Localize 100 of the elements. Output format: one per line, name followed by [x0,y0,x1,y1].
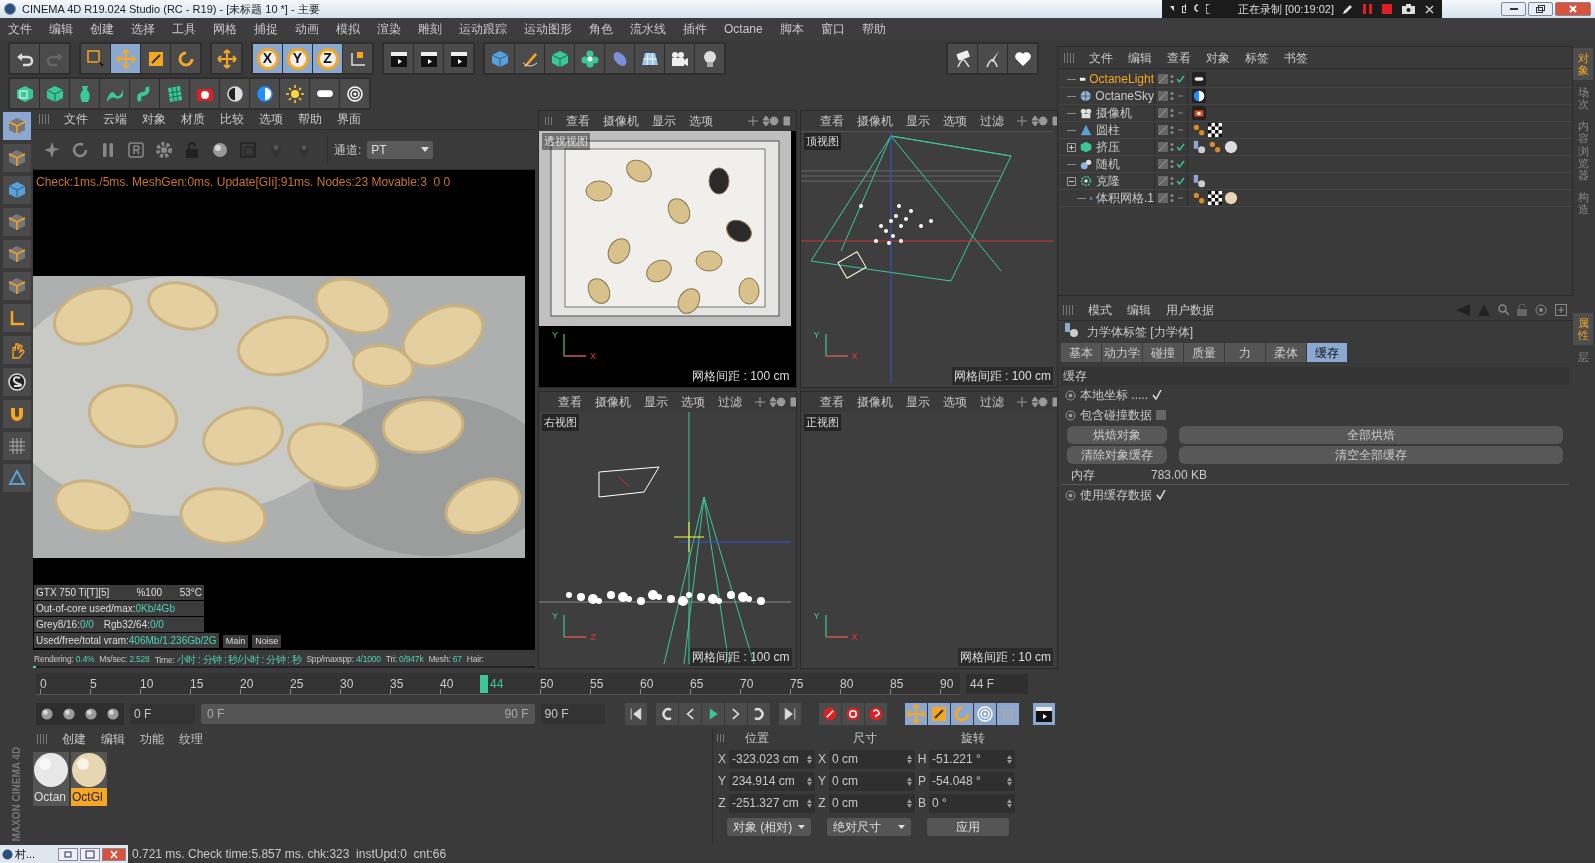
menu-item[interactable]: 网格 [213,20,237,38]
coordinate-field[interactable]: -323.023 cm [729,749,815,769]
menu-item[interactable]: 运动图形 [524,20,572,38]
menu-item[interactable]: 脚本 [779,20,804,38]
menu-item[interactable]: 过滤 [979,393,1004,411]
menu-item[interactable]: 选项 [689,112,713,130]
menu-item[interactable]: 用户数据 [1166,300,1214,319]
tab[interactable]: 力 [1225,343,1265,362]
channel-dropdown[interactable]: PT [367,140,434,159]
coordinate-field[interactable]: 0 cm [829,771,915,791]
tab[interactable]: 动力学 [1102,343,1142,362]
menu-item[interactable]: 摄像机 [856,393,893,411]
menu-item[interactable]: 比较 [220,109,244,128]
menu-item[interactable]: 查看 [1167,48,1191,67]
menu-item[interactable]: 摄像机 [603,112,639,130]
menu-item[interactable]: 摄像机 [856,112,893,130]
menu-item[interactable]: 捕捉 [254,20,278,38]
bake-button[interactable]: 全部烘焙 [1179,426,1563,444]
coordinate-field[interactable]: 0 cm [829,749,915,769]
menu-item[interactable]: 雕刻 [418,20,442,38]
menu-item[interactable]: 书签 [1284,48,1308,67]
side-tab[interactable]: 对象 [1573,48,1593,81]
menu-item[interactable]: 文件 [64,109,88,128]
tab[interactable]: 碰撞 [1143,343,1183,362]
viewer-button[interactable]: Noise [252,634,282,648]
taskbar-window[interactable]: 村... [0,845,128,863]
menu-item[interactable]: 纹理 [179,730,203,748]
menu-item[interactable]: 编辑 [101,730,125,748]
mode-dropdown[interactable]: 绝对尺寸 [827,818,911,836]
menu-item[interactable]: 选项 [942,112,967,130]
tab[interactable]: 缓存 [1307,343,1347,362]
end-frame-field[interactable]: 90 F [540,704,606,724]
menu-item[interactable]: 摄像机 [595,393,631,411]
material-label[interactable]: Octan [33,788,69,806]
apply-button[interactable]: 应用 [927,818,1009,836]
menu-item[interactable]: 过滤 [979,112,1004,130]
frame-field[interactable]: 44 F [966,674,1028,694]
menu-item[interactable]: 功能 [140,730,164,748]
menu-item[interactable]: 选择 [131,20,155,38]
menu-item[interactable]: 插件 [683,20,707,38]
menu-item[interactable]: 显示 [905,393,930,411]
menu-item[interactable]: 编辑 [49,20,73,38]
bake-button[interactable]: 烘焙对象 [1067,426,1167,444]
menu-item[interactable]: 对象 [142,109,166,128]
coordinate-field[interactable]: -251.327 cm [729,793,815,813]
menu-item[interactable]: 查看 [819,112,844,130]
object-name[interactable]: OctaneSky [1095,87,1154,105]
viewer-button[interactable]: Main [222,634,249,648]
menu-item[interactable]: 界面 [337,109,361,128]
menu-item[interactable]: 运动跟踪 [459,20,507,38]
axis-lock-button[interactable]: Y [283,44,312,73]
coordinate-field[interactable]: 234.914 cm [729,771,815,791]
menu-item[interactable]: 流水线 [630,20,666,38]
side-tab[interactable]: 属性 [1573,313,1593,346]
bake-button[interactable]: 清除对象缓存 [1067,446,1167,464]
menu-item[interactable]: 模式 [1088,300,1112,319]
menu-item[interactable]: 云端 [103,109,127,128]
bake-button[interactable]: 清空全部缓存 [1179,446,1563,464]
object-name[interactable]: 挤压 [1096,138,1120,156]
menu-item[interactable]: 显示 [652,112,676,130]
menu-item[interactable]: 创建 [90,20,114,38]
menu-item[interactable]: 过滤 [718,393,742,411]
menu-item[interactable]: 创建 [62,730,86,748]
material-label[interactable]: OctGl [71,788,107,806]
menu-item[interactable]: 编辑 [1127,300,1151,319]
menu-item[interactable]: 选项 [942,393,967,411]
menu-item[interactable]: 查看 [558,393,582,411]
object-name[interactable]: 随机 [1096,155,1120,173]
menu-item[interactable]: 编辑 [1128,48,1152,67]
object-name[interactable]: 克隆 [1096,172,1120,190]
coordinate-field[interactable]: 0 ° [929,793,1015,813]
object-name[interactable]: OctaneLight [1089,70,1154,88]
tab[interactable]: 基本 [1061,343,1101,362]
tab[interactable]: 柔体 [1266,343,1306,362]
menu-item[interactable]: 渲染 [377,20,401,38]
menu-item[interactable]: 角色 [589,20,613,38]
menu-item[interactable]: 窗口 [820,20,845,38]
timeline-ruler[interactable]: 0 5 10 15 20 25 30 35 40 44 50 55 60 65 70 75 80 85 90 [36,673,960,695]
object-name[interactable]: 摄像机 [1096,104,1132,122]
menu-item[interactable]: 选项 [681,393,705,411]
axis-lock-button[interactable]: X [253,44,282,73]
menu-item[interactable]: 帮助 [861,20,886,38]
menu-item[interactable]: 显示 [905,112,930,130]
menu-item[interactable]: 标签 [1245,48,1269,67]
menu-item[interactable]: 文件 [8,20,32,38]
object-name[interactable]: 体积网格.1 [1096,189,1154,207]
menu-item[interactable]: 对象 [1206,48,1230,67]
object-name[interactable]: 圆柱 [1096,121,1120,139]
menu-item[interactable]: 查看 [566,112,590,130]
coordinate-field[interactable]: -51.221 ° [929,749,1015,769]
menu-item[interactable]: 帮助 [298,109,322,128]
mode-dropdown[interactable]: 对象 (相对) [727,818,811,836]
menu-item[interactable]: Octane [724,20,763,38]
menu-item[interactable]: 工具 [172,20,196,38]
menu-item[interactable]: 显示 [644,393,668,411]
axis-lock-button[interactable]: Z [313,44,342,73]
menu-item[interactable]: 选项 [259,109,283,128]
menu-item[interactable]: 动画 [295,20,319,38]
coordinate-field[interactable]: 0 cm [829,793,915,813]
menu-item[interactable]: 查看 [819,393,844,411]
